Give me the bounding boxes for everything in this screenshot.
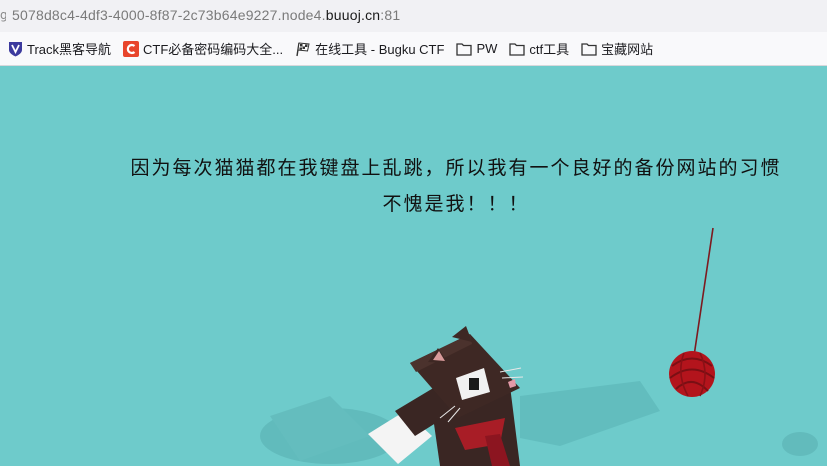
shield-logo-icon xyxy=(7,41,23,57)
bookmark-ctf-encoding[interactable]: CTF必备密码编码大全... xyxy=(118,36,288,62)
bookmark-bugku[interactable]: 在线工具 - Bugku CTF xyxy=(290,36,449,62)
cat-figure xyxy=(368,326,524,466)
page-content: 因为每次猫猫都在我键盘上乱跳，所以我有一个良好的备份网站的习惯 不愧是我！！！ xyxy=(0,66,827,466)
folder-icon xyxy=(581,41,597,57)
bookmarks-toolbar: Track黑客导航 CTF必备密码编码大全... 在线工具 - Bugku CT… xyxy=(0,32,827,66)
bookmark-label: 宝藏网站 xyxy=(601,42,654,57)
bookmark-folder-treasure[interactable]: 宝藏网站 xyxy=(576,36,658,62)
bookmark-label: CTF必备密码编码大全... xyxy=(143,42,284,57)
url-scheme-glyph: g xyxy=(0,8,6,22)
yarn-string xyxy=(693,227,714,357)
bookmark-label: ctf工具 xyxy=(529,42,570,57)
folder-icon xyxy=(456,41,473,57)
bookmark-label: PW xyxy=(476,41,498,56)
url-subdomain: 5078d8c4-4df3-4000-8f87-2c73b64e9227.nod… xyxy=(12,7,326,23)
url-text[interactable]: 5078d8c4-4df3-4000-8f87-2c73b64e9227.nod… xyxy=(12,7,400,23)
bookmark-folder-ctf-tools[interactable]: ctf工具 xyxy=(504,36,574,62)
folder-icon xyxy=(509,41,526,57)
yarn-ball-icon xyxy=(669,351,715,397)
bookmark-label: 在线工具 - Bugku CTF xyxy=(315,42,445,57)
bookmark-folder-pw[interactable]: PW xyxy=(451,36,502,62)
url-port: :81 xyxy=(380,7,401,23)
c-logo-icon xyxy=(123,40,140,57)
floor-shadows xyxy=(260,381,818,464)
bookmark-label: Track黑客导航 xyxy=(27,42,112,57)
url-domain: buuoj.cn xyxy=(325,7,381,23)
checkered-flag-icon xyxy=(295,41,311,57)
address-bar[interactable]: g 5078d8c4-4df3-4000-8f87-2c73b64e9227.n… xyxy=(0,0,827,32)
bookmark-track[interactable]: Track黑客导航 xyxy=(2,36,116,62)
cat-scene-illustration xyxy=(260,227,818,466)
